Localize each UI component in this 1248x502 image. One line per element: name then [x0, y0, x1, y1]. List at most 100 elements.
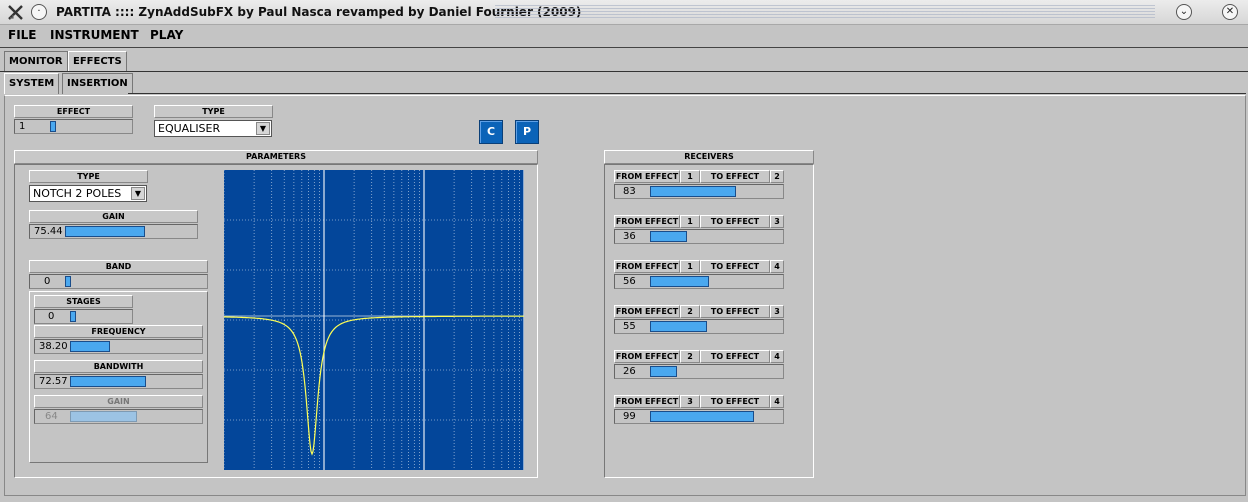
- frequency-value: 38.20: [39, 341, 68, 352]
- receivers-list: FROM EFFECT 1 TO EFFECT 2 83 FROM EFFECT 1 TO E…: [604, 170, 814, 470]
- bandwith-label: BANDWITH: [34, 360, 203, 373]
- receiver-level-value: 36: [623, 231, 636, 242]
- effect-slider-handle[interactable]: [50, 121, 56, 132]
- frequency-slider[interactable]: 38.20: [34, 339, 203, 354]
- title-decoration: [495, 5, 1155, 19]
- stage-gain-slider[interactable]: 64: [34, 409, 203, 424]
- band-slider[interactable]: 0: [29, 274, 208, 289]
- frequency-slider-handle[interactable]: [70, 341, 110, 352]
- from-effect-number[interactable]: 1: [680, 215, 700, 228]
- receiver-level-fill[interactable]: [650, 186, 736, 197]
- receiver-row: FROM EFFECT 1 TO EFFECT 4 56: [614, 260, 784, 290]
- param-type-label: TYPE: [29, 170, 148, 183]
- tab-divider: [0, 71, 1248, 72]
- receiver-level-slider[interactable]: 36: [614, 229, 784, 244]
- app-icon[interactable]: [7, 4, 24, 21]
- from-effect-number[interactable]: 3: [680, 395, 700, 408]
- receiver-level-fill[interactable]: [650, 231, 687, 242]
- stages-label: STAGES: [34, 295, 133, 308]
- receiver-level-slider[interactable]: 26: [614, 364, 784, 379]
- tab-monitor[interactable]: MONITOR: [4, 51, 68, 72]
- menu-bar: FILE INSTRUMENT PLAY: [0, 26, 1248, 48]
- close-icon[interactable]: ✕: [1222, 4, 1238, 20]
- gain-slider[interactable]: 75.44: [29, 224, 198, 239]
- from-effect-number[interactable]: 1: [680, 260, 700, 273]
- bandwith-slider[interactable]: 72.57: [34, 374, 203, 389]
- stages-slider-handle[interactable]: [70, 311, 76, 322]
- to-effect-label: TO EFFECT: [700, 350, 770, 363]
- to-effect-number[interactable]: 4: [770, 395, 784, 408]
- menu-file[interactable]: FILE: [8, 28, 37, 42]
- to-effect-label: TO EFFECT: [700, 215, 770, 228]
- from-effect-label: FROM EFFECT: [614, 350, 680, 363]
- effect-label: EFFECT: [14, 105, 133, 118]
- receiver-level-fill[interactable]: [650, 366, 677, 377]
- receiver-level-value: 56: [623, 276, 636, 287]
- receiver-level-slider[interactable]: 99: [614, 409, 784, 424]
- filter-type-select[interactable]: NOTCH 2 POLES ▼: [29, 185, 147, 202]
- from-effect-number[interactable]: 2: [680, 305, 700, 318]
- gain-slider-handle[interactable]: [65, 226, 145, 237]
- tab-insertion[interactable]: INSERTION: [62, 73, 133, 94]
- filter-type-value: NOTCH 2 POLES: [33, 187, 122, 200]
- gain-value: 75.44: [34, 226, 63, 237]
- effect-value: 1: [19, 121, 26, 132]
- menu-play[interactable]: PLAY: [150, 28, 183, 42]
- title-bar: · PARTITA :::: ZynAddSubFX by Paul Nasca…: [0, 0, 1248, 25]
- dropdown-arrow-icon: ▼: [256, 122, 270, 135]
- from-effect-number[interactable]: 1: [680, 170, 700, 183]
- paste-button[interactable]: P: [515, 120, 539, 144]
- to-effect-number[interactable]: 4: [770, 260, 784, 273]
- receiver-level-value: 55: [623, 321, 636, 332]
- to-effect-number[interactable]: 3: [770, 305, 784, 318]
- from-effect-label: FROM EFFECT: [614, 305, 680, 318]
- receiver-level-slider[interactable]: 83: [614, 184, 784, 199]
- receiver-row: FROM EFFECT 1 TO EFFECT 3 36: [614, 215, 784, 245]
- type-label: TYPE: [154, 105, 273, 118]
- from-effect-number[interactable]: 2: [680, 350, 700, 363]
- receiver-row: FROM EFFECT 2 TO EFFECT 4 26: [614, 350, 784, 380]
- to-effect-label: TO EFFECT: [700, 260, 770, 273]
- to-effect-number[interactable]: 4: [770, 350, 784, 363]
- bandwith-slider-handle[interactable]: [70, 376, 146, 387]
- effect-slider[interactable]: 1: [14, 119, 133, 134]
- to-effect-label: TO EFFECT: [700, 305, 770, 318]
- stage-gain-label: GAIN: [34, 395, 203, 408]
- receiver-level-value: 99: [623, 411, 636, 422]
- copy-button[interactable]: C: [479, 120, 503, 144]
- receiver-row: FROM EFFECT 3 TO EFFECT 4 99: [614, 395, 784, 425]
- sticky-icon[interactable]: ·: [31, 4, 47, 20]
- to-effect-number[interactable]: 2: [770, 170, 784, 183]
- frequency-label: FREQUENCY: [34, 325, 203, 338]
- stages-slider[interactable]: 0: [34, 309, 133, 324]
- gain-label: GAIN: [29, 210, 198, 223]
- tab-system[interactable]: SYSTEM: [4, 73, 60, 94]
- receiver-level-fill[interactable]: [650, 321, 707, 332]
- to-effect-label: TO EFFECT: [700, 170, 770, 183]
- from-effect-label: FROM EFFECT: [614, 170, 680, 183]
- to-effect-number[interactable]: 3: [770, 215, 784, 228]
- effect-type-value: EQUALISER: [158, 122, 221, 135]
- receiver-row: FROM EFFECT 2 TO EFFECT 3 55: [614, 305, 784, 335]
- receiver-level-value: 83: [623, 186, 636, 197]
- band-value: 0: [44, 276, 51, 287]
- minimize-chevron-icon[interactable]: ⌄: [1176, 4, 1192, 20]
- dropdown-arrow-icon: ▼: [131, 187, 145, 200]
- from-effect-label: FROM EFFECT: [614, 395, 680, 408]
- receiver-level-value: 26: [623, 366, 636, 377]
- tab-effects[interactable]: EFFECTS: [68, 51, 127, 72]
- stages-value: 0: [48, 311, 55, 322]
- parameters-header: PARAMETERS: [14, 150, 538, 164]
- stage-gain-slider-handle[interactable]: [70, 411, 137, 422]
- menu-instrument[interactable]: INSTRUMENT: [50, 28, 139, 42]
- subtab-divider: [128, 93, 1246, 94]
- frequency-response-graph: [223, 170, 525, 470]
- receiver-level-fill[interactable]: [650, 276, 709, 287]
- receiver-level-slider[interactable]: 55: [614, 319, 784, 334]
- receivers-header: RECEIVERS: [604, 150, 814, 164]
- effect-type-select[interactable]: EQUALISER ▼: [154, 120, 272, 137]
- receiver-level-slider[interactable]: 56: [614, 274, 784, 289]
- receiver-level-fill[interactable]: [650, 411, 754, 422]
- band-label: BAND: [29, 260, 208, 273]
- band-slider-handle[interactable]: [65, 276, 71, 287]
